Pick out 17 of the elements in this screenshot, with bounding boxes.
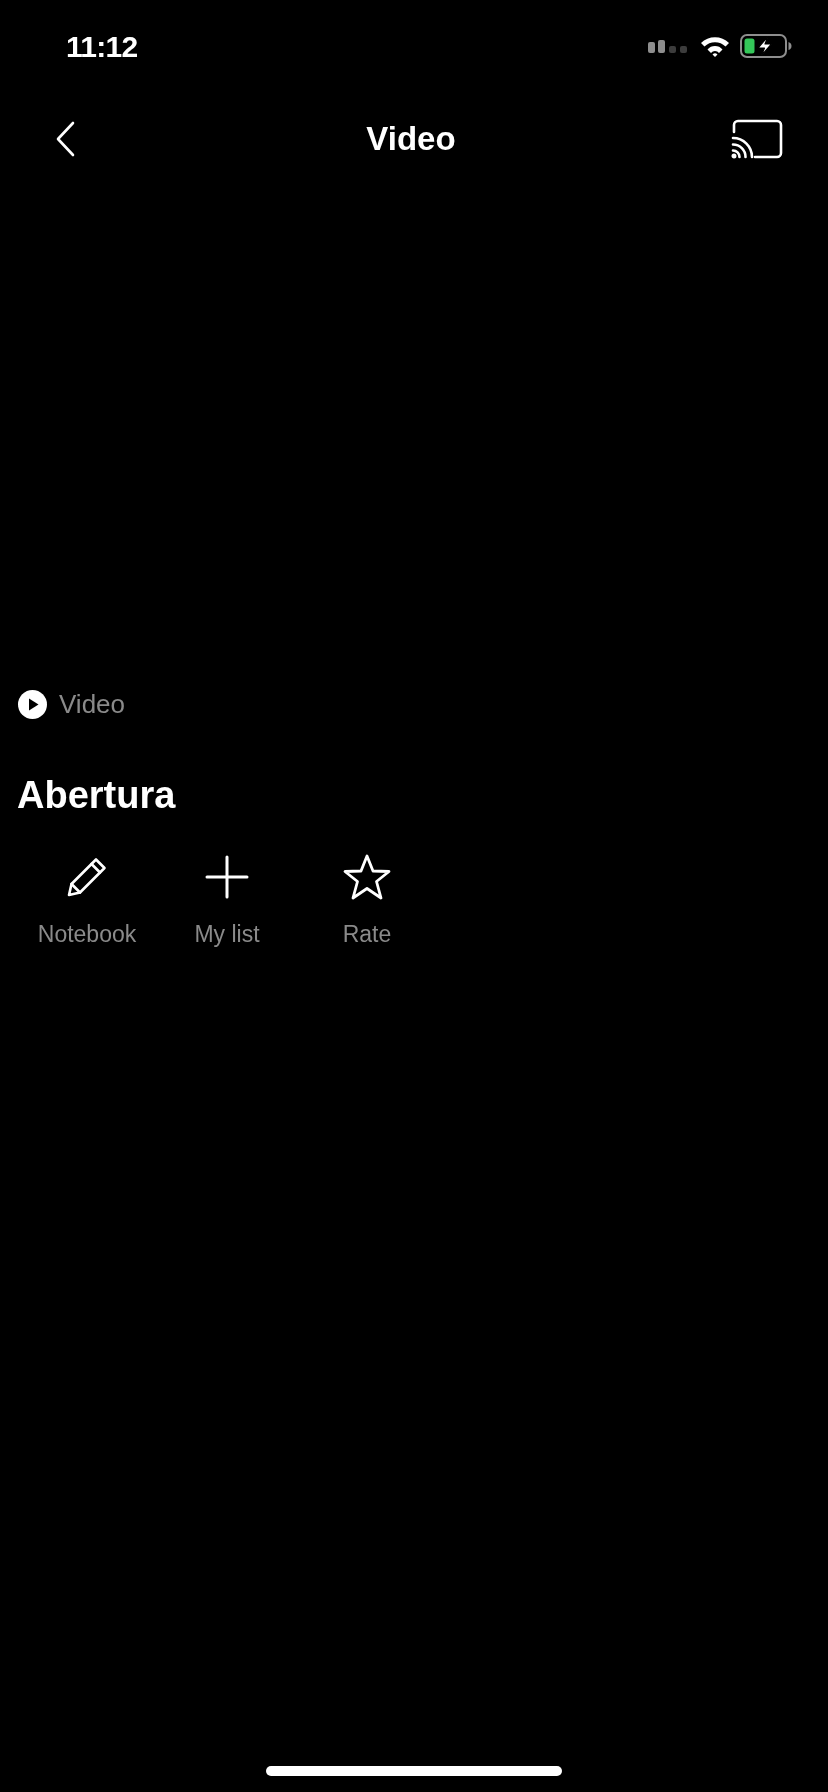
cast-icon — [731, 119, 783, 159]
signal-icon — [648, 39, 690, 53]
page-title: Video — [366, 119, 456, 160]
play-circle-icon — [18, 689, 47, 719]
action-button[interactable]: Notebook — [17, 854, 157, 948]
back-chevron-icon — [55, 121, 75, 157]
cast-button[interactable] — [730, 117, 784, 161]
star-icon — [343, 854, 391, 900]
status-time: 11:12 — [66, 28, 138, 65]
media-title: Abertura — [17, 773, 176, 818]
pencil-icon — [66, 856, 108, 898]
plus-icon — [205, 855, 249, 899]
action-button[interactable]: Rate — [297, 854, 437, 948]
media-type-label: Video — [59, 687, 126, 721]
battery-charging-icon — [740, 34, 792, 58]
action-button[interactable]: My list — [157, 854, 297, 948]
wifi-icon — [700, 35, 730, 57]
